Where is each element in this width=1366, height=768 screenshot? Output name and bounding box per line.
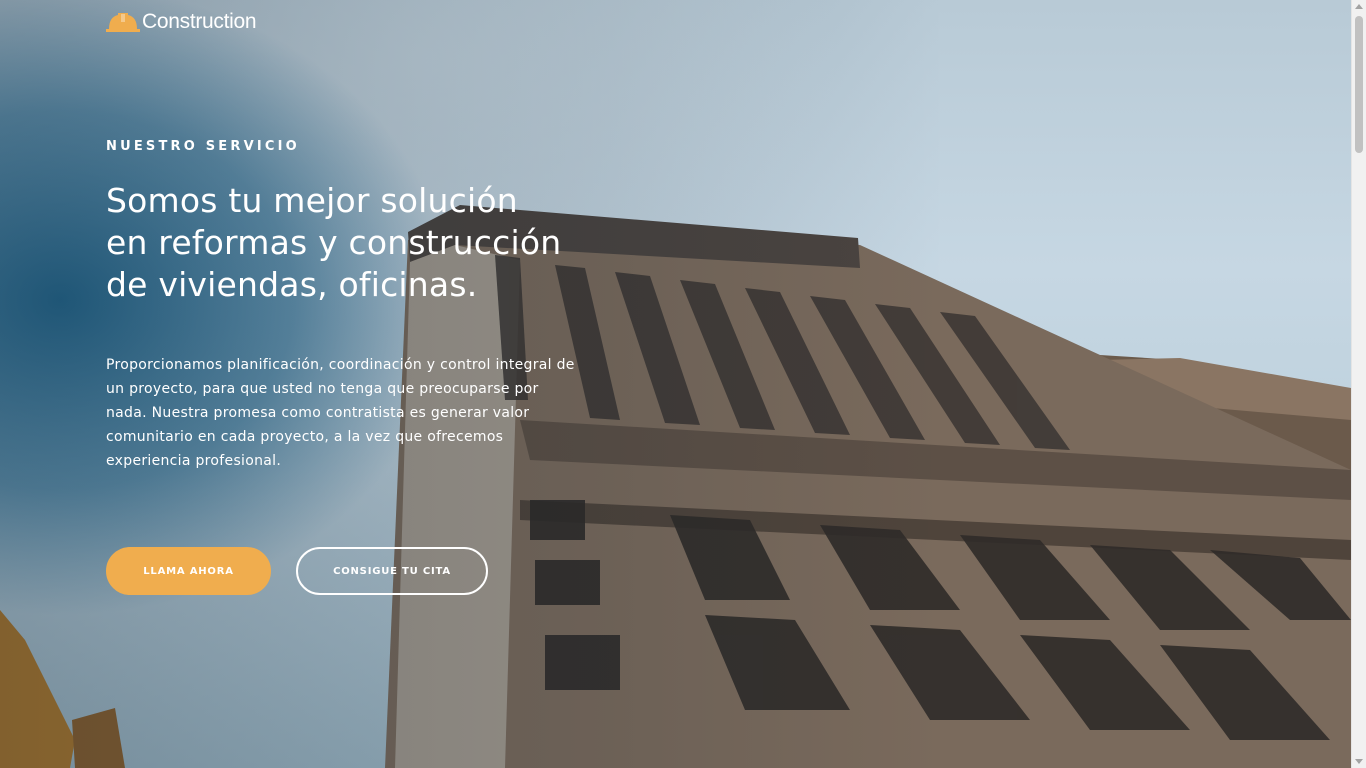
hero-buttons: LLAMA AHORA CONSIGUE TU CITA bbox=[106, 547, 488, 595]
scroll-up-icon[interactable] bbox=[1355, 4, 1363, 9]
logo-text: Construction bbox=[142, 10, 257, 33]
hero-description: Proporcionamos planificación, coordinaci… bbox=[106, 357, 575, 469]
book-appointment-button[interactable]: CONSIGUE TU CITA bbox=[296, 547, 488, 595]
page: Construction NUESTRO SERVICIO Somos tu m… bbox=[0, 0, 1366, 768]
vertical-scrollbar[interactable] bbox=[1351, 0, 1366, 768]
hard-hat-icon bbox=[106, 11, 140, 33]
scrollbar-thumb[interactable] bbox=[1355, 16, 1363, 153]
scroll-down-icon[interactable] bbox=[1355, 759, 1363, 764]
hero-eyebrow: NUESTRO SERVICIO bbox=[106, 139, 300, 154]
hero-content: NUESTRO SERVICIO Somos tu mejor solución… bbox=[106, 139, 576, 473]
call-now-button[interactable]: LLAMA AHORA bbox=[106, 547, 271, 595]
hero-headline: Somos tu mejor solución en reformas y co… bbox=[106, 181, 562, 304]
site-logo[interactable]: Construction bbox=[106, 9, 257, 35]
